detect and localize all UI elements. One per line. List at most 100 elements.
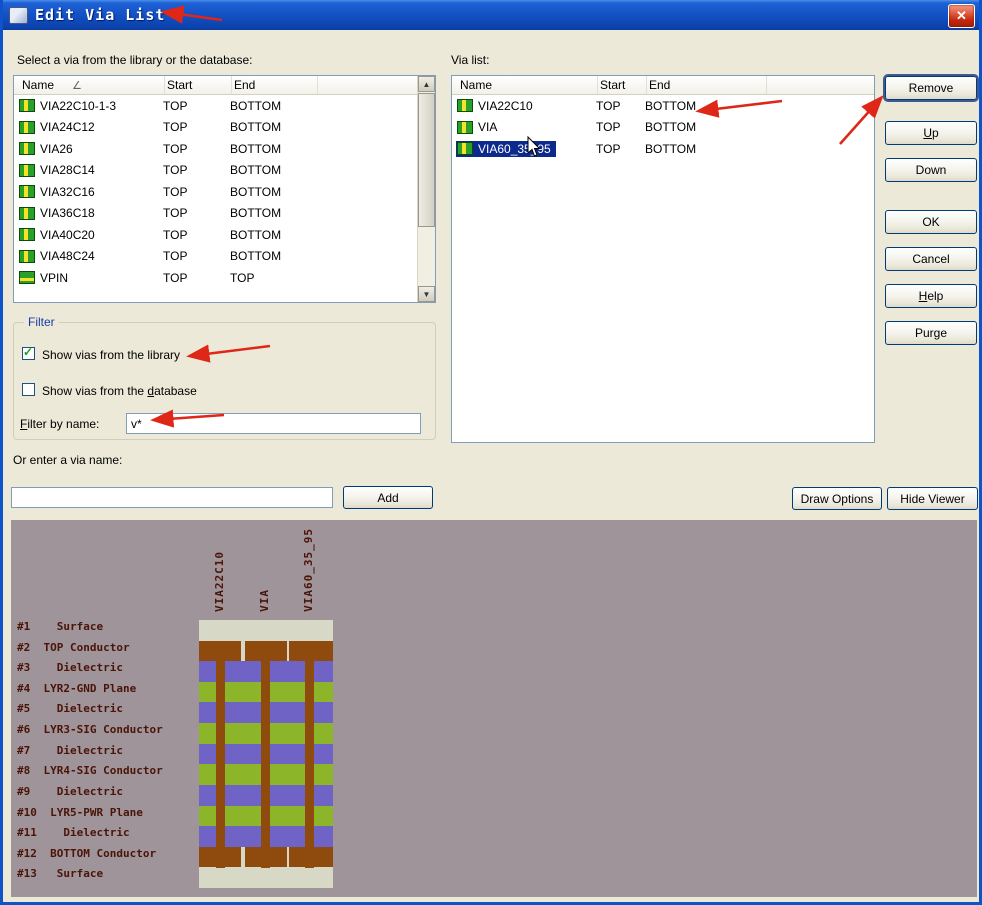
via-name-input[interactable]	[11, 487, 333, 508]
list-item[interactable]: VIA28C14 TOP BOTTOM	[14, 160, 418, 182]
via-end-layer: TOP	[230, 270, 255, 285]
via-icon	[457, 142, 473, 156]
via-end-layer: BOTTOM	[230, 120, 282, 135]
up-button[interactable]: Up	[885, 121, 977, 145]
via-name-cell[interactable]: VIA28C14	[18, 162, 100, 178]
filter-by-name-label: Filter by name:	[20, 417, 100, 431]
remove-button[interactable]: Remove	[885, 76, 977, 100]
via-icon	[19, 99, 35, 113]
via-name: VIA48C24	[40, 249, 95, 264]
layer-label: #3 Dielectric	[17, 661, 123, 675]
list-item[interactable]: VIA22C10 TOP BOTTOM	[452, 95, 874, 117]
list-item[interactable]: VIA32C16 TOP BOTTOM	[14, 181, 418, 203]
via-name-cell[interactable]: VPIN	[18, 270, 73, 286]
via-name: VIA60_35_95	[478, 141, 551, 156]
via-start-layer: TOP	[163, 120, 188, 135]
show-database-checkbox[interactable]	[22, 383, 35, 396]
via-start-layer: TOP	[596, 120, 621, 135]
via-name-cell[interactable]: VIA22C10-1-3	[18, 98, 121, 114]
via-barrel	[261, 640, 270, 868]
via-name-cell[interactable]: VIA	[456, 119, 502, 135]
via-icon	[457, 120, 473, 134]
cancel-button[interactable]: Cancel	[885, 247, 977, 271]
left-list-label: Select a via from the library or the dat…	[17, 53, 253, 67]
via-name-cell[interactable]: VIA36C18	[18, 205, 100, 221]
column-header-start[interactable]: Start	[598, 76, 647, 94]
list-item[interactable]: VPIN TOP TOP	[14, 267, 418, 289]
column-header-end[interactable]: End	[232, 76, 318, 94]
via-start-layer: TOP	[163, 163, 188, 178]
via-icon	[19, 120, 35, 134]
library-list-rows: VIA22C10-1-3 TOP BOTTOM VIA24C12 TOP BOTTOM VI…	[14, 95, 418, 289]
draw-options-button[interactable]: Draw Options	[792, 487, 882, 510]
via-column-label: VIA60_35_95	[302, 528, 315, 612]
layer-label: #8 LYR4-SIG Conductor	[17, 764, 163, 778]
via-start-layer: TOP	[596, 141, 621, 156]
scroll-down-icon[interactable]: ▼	[418, 286, 435, 302]
show-library-checkbox[interactable]: ✓	[22, 345, 35, 360]
via-end-layer: BOTTOM	[230, 163, 282, 178]
via-name-cell[interactable]: VIA48C24	[18, 248, 100, 264]
layer-label: #12 BOTTOM Conductor	[17, 846, 157, 860]
filter-group: Filter ✓ Show vias from the library Show…	[13, 315, 436, 440]
via-name-cell[interactable]: VIA40C20	[18, 227, 100, 243]
via-name: VPIN	[40, 270, 69, 285]
via-end-layer: BOTTOM	[645, 98, 697, 113]
list-item[interactable]: VIA48C24 TOP BOTTOM	[14, 246, 418, 268]
show-database-label[interactable]: Show vias from the database	[42, 384, 197, 398]
via-start-layer: TOP	[163, 270, 188, 285]
hide-viewer-button[interactable]: Hide Viewer	[887, 487, 978, 510]
via-name-cell[interactable]: VIA22C10	[456, 98, 538, 114]
layer-label: #1 Surface	[17, 620, 104, 633]
via-name-cell[interactable]: VIA24C12	[18, 119, 100, 135]
layer-label: #2 TOP Conductor	[17, 640, 130, 654]
via-name: VIA	[478, 120, 498, 135]
checkmark-icon: ✓	[23, 345, 34, 359]
scrollbar-thumb[interactable]	[418, 93, 435, 227]
via-name: VIA26	[40, 141, 73, 156]
stackup-band	[199, 620, 333, 642]
filter-group-legend: Filter	[24, 315, 59, 329]
layer-label: #11 Dielectric	[17, 826, 130, 840]
via-icon	[19, 206, 35, 220]
column-header-end[interactable]: End	[647, 76, 767, 94]
list-item[interactable]: VIA60_35_95 TOP BOTTOM	[452, 138, 874, 160]
window-title: Edit Via List	[35, 6, 166, 24]
column-header-name[interactable]: Name ∠	[20, 76, 165, 94]
list-item[interactable]: VIA36C18 TOP BOTTOM	[14, 203, 418, 225]
via-icon	[457, 99, 473, 113]
list-item[interactable]: VIA40C20 TOP BOTTOM	[14, 224, 418, 246]
column-header-start[interactable]: Start	[165, 76, 232, 94]
layer-label: #5 Dielectric	[17, 702, 123, 716]
via-name: VIA24C12	[40, 120, 95, 135]
list-item[interactable]: VIA TOP BOTTOM	[452, 117, 874, 139]
down-button[interactable]: Down	[885, 158, 977, 182]
window-icon	[9, 6, 28, 24]
list-item[interactable]: VIA22C10-1-3 TOP BOTTOM	[14, 95, 418, 117]
add-button[interactable]: Add	[343, 486, 433, 509]
via-end-layer: BOTTOM	[230, 141, 282, 156]
via-name: VIA28C14	[40, 163, 95, 178]
via-icon	[19, 163, 35, 177]
via-name-cell[interactable]: VIA32C16	[18, 184, 100, 200]
via-start-layer: TOP	[163, 206, 188, 221]
filter-by-name-input[interactable]	[126, 413, 421, 434]
list-item[interactable]: VIA26 TOP BOTTOM	[14, 138, 418, 160]
scrollbar[interactable]: ▲ ▼	[417, 76, 435, 302]
via-end-layer: BOTTOM	[230, 184, 282, 199]
via-end-layer: BOTTOM	[645, 141, 697, 156]
via-name-cell[interactable]: VIA60_35_95	[456, 140, 556, 157]
purge-button[interactable]: Purge	[885, 321, 977, 345]
via-icon	[19, 142, 35, 156]
via-start-layer: TOP	[163, 184, 188, 199]
layer-label: #13 Surface	[17, 867, 104, 881]
column-header-name[interactable]: Name	[458, 76, 598, 94]
help-button[interactable]: Help	[885, 284, 977, 308]
close-button[interactable]: ✕	[948, 4, 975, 28]
show-library-label[interactable]: Show vias from the library	[42, 348, 180, 362]
ok-button[interactable]: OK	[885, 210, 977, 234]
list-item[interactable]: VIA24C12 TOP BOTTOM	[14, 117, 418, 139]
via-end-layer: BOTTOM	[230, 98, 282, 113]
via-name-cell[interactable]: VIA26	[18, 141, 78, 157]
scroll-up-icon[interactable]: ▲	[418, 76, 435, 92]
